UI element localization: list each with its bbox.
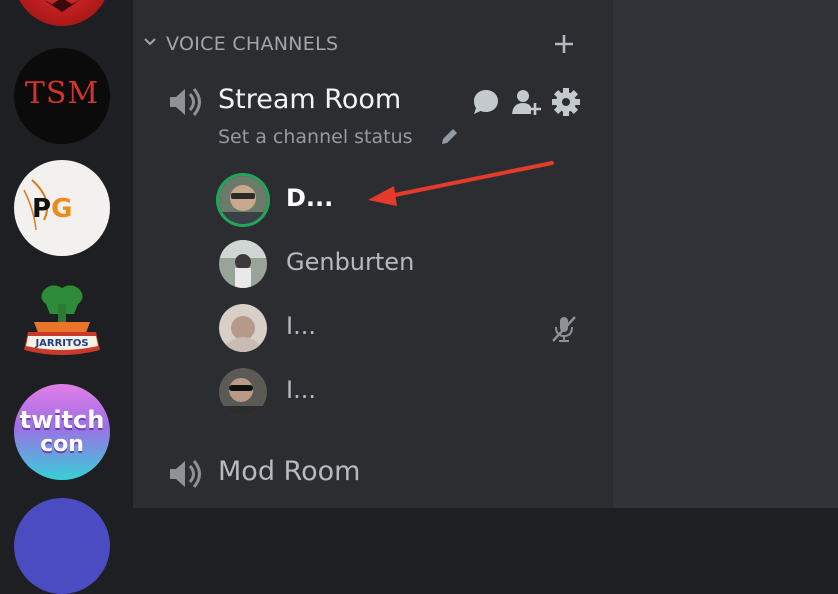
chat-bubble-icon[interactable]	[471, 87, 501, 117]
channel-name: Mod Room	[218, 456, 361, 487]
twitchcon-line2: con	[40, 432, 84, 457]
channel-actions	[471, 87, 581, 117]
server-icon-jarritos[interactable]: JARRITOS	[14, 280, 110, 376]
twitchcon-line1: twitch	[19, 406, 105, 434]
main-content-area	[613, 0, 838, 508]
gear-icon[interactable]	[551, 87, 581, 117]
plus-icon[interactable]	[553, 33, 575, 55]
pencil-icon[interactable]	[439, 127, 459, 147]
voice-member[interactable]: I...	[219, 304, 619, 352]
chevron-down-icon[interactable]	[143, 35, 157, 49]
member-name: D...	[286, 184, 334, 212]
channel-name: Stream Room	[218, 84, 402, 115]
jarritos-text: JARRITOS	[34, 338, 88, 349]
speaker-icon	[170, 460, 201, 488]
avatar-photo-icon	[219, 240, 267, 288]
add-member-icon[interactable]	[511, 87, 541, 117]
avatar	[219, 176, 267, 224]
server-icon-tsm[interactable]: TSM	[14, 48, 110, 144]
avatar	[219, 240, 267, 288]
member-name: I...	[286, 376, 316, 404]
speaker-icon	[170, 88, 201, 116]
voice-member[interactable]: Genburten	[219, 240, 619, 288]
channel-status-text[interactable]: Set a channel status	[218, 126, 413, 148]
server-emblem-icon	[44, 0, 80, 12]
voice-member[interactable]: I...	[219, 368, 619, 416]
avatar-photo-icon	[219, 304, 267, 352]
voice-channel-mod-room[interactable]: Mod Room	[133, 454, 613, 494]
jarritos-logo-icon: JARRITOS	[24, 285, 100, 355]
category-label: VOICE CHANNELS	[166, 33, 339, 55]
server-icon-twitchcon[interactable]: twitch con	[14, 384, 110, 480]
voice-channel-stream-room[interactable]: Stream Room	[133, 82, 613, 122]
channel-list: VOICE CHANNELS Stream Room Set a channel…	[133, 0, 613, 508]
avatar	[219, 304, 267, 352]
muted-microphone-icon	[552, 316, 576, 342]
server-tsm-text: TSM	[24, 76, 100, 111]
member-name: I...	[286, 312, 316, 340]
avatar-photo-icon	[219, 368, 267, 416]
category-voice-channels[interactable]: VOICE CHANNELS	[133, 30, 613, 60]
avatar	[219, 368, 267, 416]
avatar-photo-icon	[219, 176, 267, 224]
server-icon-pg[interactable]: PG	[14, 160, 110, 256]
server-icon-partial[interactable]	[14, 498, 110, 594]
server-rail: TSM PG JARRITOS twitch con	[0, 0, 133, 594]
voice-member[interactable]: D...	[219, 176, 619, 224]
server-pg-text: PG	[32, 194, 73, 224]
member-name: Genburten	[286, 248, 415, 276]
server-icon-red[interactable]	[14, 0, 110, 26]
